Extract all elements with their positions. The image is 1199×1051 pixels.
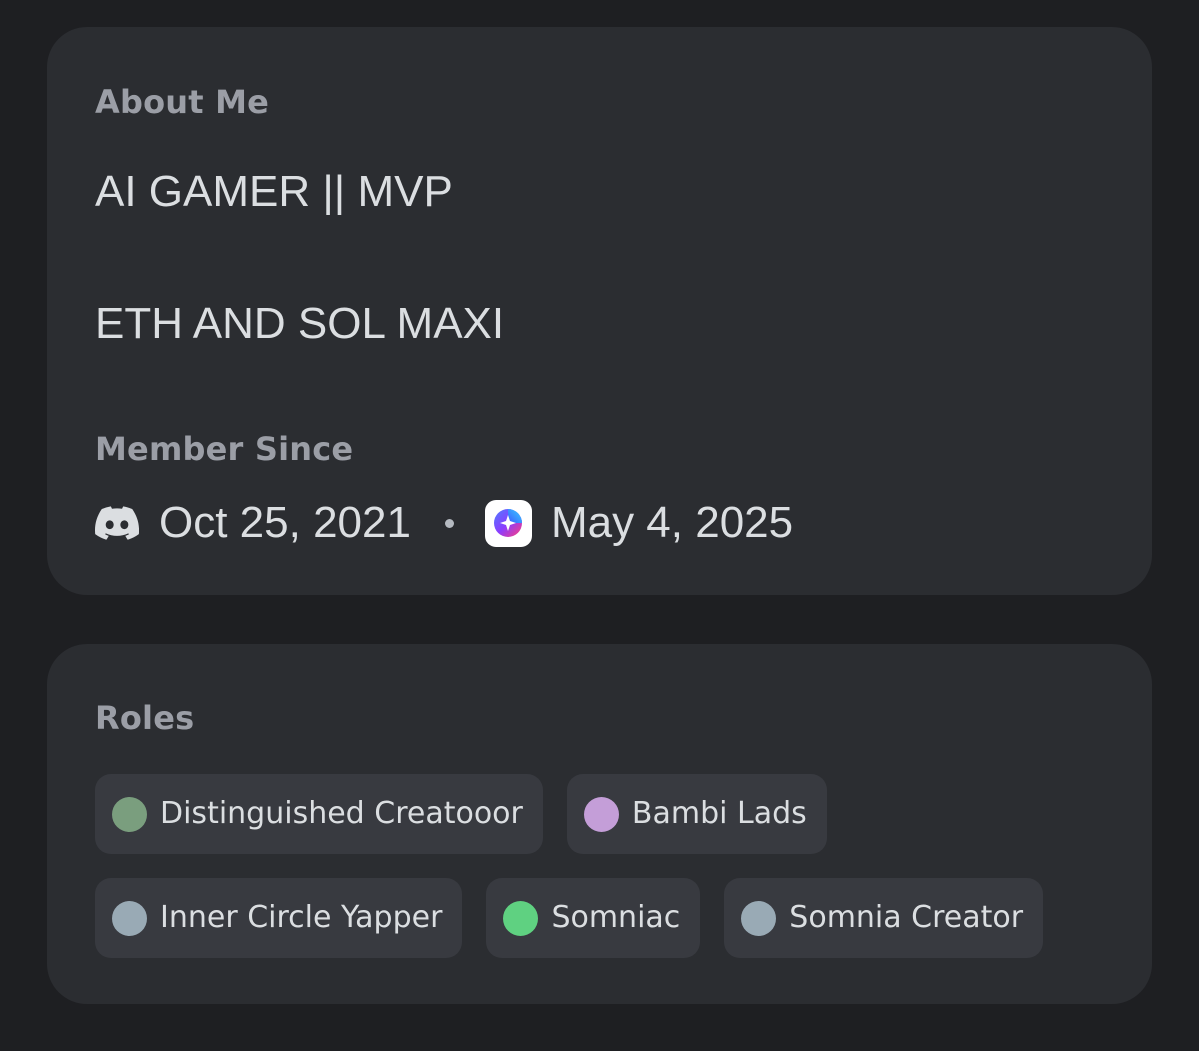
role-color-dot: [583, 796, 619, 832]
discord-icon: [95, 505, 139, 541]
member-since-row: Oct 25, 2021 May 4, 2025: [95, 497, 793, 549]
roles-list: Distinguished Creatooor Bambi Lads Inner…: [95, 774, 1095, 982]
server-icon[interactable]: [484, 499, 532, 547]
role-name: Distinguished Creatooor: [160, 796, 523, 831]
role-name: Inner Circle Yapper: [160, 900, 443, 935]
role-pill-somniac[interactable]: Somniac: [486, 878, 701, 958]
role-color-dot: [503, 900, 539, 936]
server-join-date: May 4, 2025: [550, 498, 794, 547]
bio-line-1: AI GAMER || MVP: [95, 167, 453, 216]
roles-heading: Roles: [95, 699, 195, 737]
role-color-dot: [112, 900, 147, 936]
bio-line-2: ETH AND SOL MAXI: [95, 299, 505, 348]
about-me-heading: About Me: [95, 83, 270, 121]
role-name: Somniac: [551, 900, 681, 935]
roles-row-1: Distinguished Creatooor Bambi Lads: [95, 774, 1095, 854]
roles-row-2: Inner Circle Yapper Somniac Somnia Creat…: [95, 878, 1095, 958]
role-pill-distinguished-creatooor[interactable]: Distinguished Creatooor: [95, 774, 543, 854]
role-color-dot: [741, 900, 777, 936]
role-pill-somnia-creator[interactable]: Somnia Creator: [724, 878, 1044, 958]
role-name: Bambi Lads: [631, 796, 807, 831]
role-pill-inner-circle-yapper[interactable]: Inner Circle Yapper: [95, 878, 463, 958]
roles-card: Roles Distinguished Creatooor Bambi Lads…: [47, 644, 1152, 1004]
member-since-heading: Member Since: [95, 430, 354, 468]
discord-join-date: Oct 25, 2021: [159, 498, 411, 547]
role-color-dot: [112, 796, 147, 832]
role-name: Somnia Creator: [789, 900, 1024, 935]
about-me-card: About Me AI GAMER || MVP ETH AND SOL MAX…: [47, 27, 1152, 595]
role-pill-bambi-lads[interactable]: Bambi Lads: [566, 774, 827, 854]
separator-dot: [444, 518, 454, 528]
